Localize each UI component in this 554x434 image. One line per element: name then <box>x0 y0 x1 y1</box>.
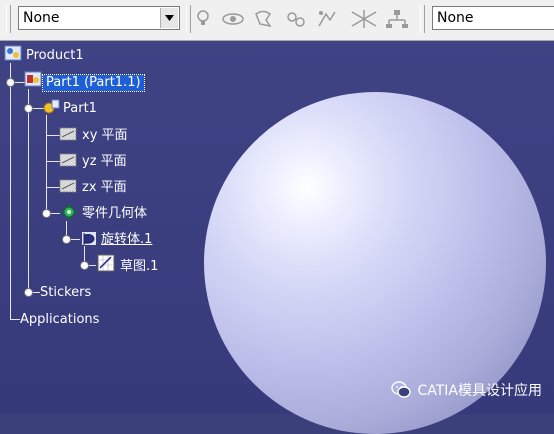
tree-item-yz-plane[interactable]: yz 平面 <box>82 154 127 170</box>
tree-item-sketch[interactable]: 草图.1 <box>120 259 158 275</box>
watermark: CATIA模具设计应用 <box>391 380 542 400</box>
tree-item-applications[interactable]: Applications <box>20 312 99 328</box>
revolve-icon[interactable] <box>80 229 98 247</box>
material-icon[interactable] <box>252 8 274 30</box>
tree-line <box>10 319 20 320</box>
plane-icon[interactable] <box>59 125 77 143</box>
tree-link-icon[interactable] <box>384 8 410 30</box>
chevron-down-icon <box>165 15 174 21</box>
expand-toggle[interactable] <box>42 209 51 218</box>
tree-item-stickers[interactable]: Stickers <box>40 285 91 301</box>
tree-item-product[interactable]: Product1 <box>26 48 84 64</box>
3d-viewport[interactable]: Product1 Part1 (Part1.1) Part1 xy 平面 yz … <box>0 41 554 434</box>
expand-toggle[interactable] <box>24 288 33 297</box>
toolbar: None None <box>0 0 554 41</box>
eye-icon[interactable] <box>220 8 246 30</box>
specification-tree: Product1 Part1 (Part1.1) Part1 xy 平面 yz … <box>0 41 200 414</box>
tree-line <box>28 89 29 292</box>
left-combo[interactable]: None <box>18 6 180 30</box>
right-combo[interactable]: None <box>432 6 554 30</box>
tree-item-part-instance[interactable]: Part1 (Part1.1) <box>42 74 145 92</box>
plane-icon[interactable] <box>59 177 77 195</box>
expand-toggle[interactable] <box>6 78 15 87</box>
left-combo-value: None <box>23 10 60 26</box>
part-icon[interactable] <box>42 98 60 116</box>
right-combo-value: None <box>437 10 474 26</box>
light-bulb-icon[interactable] <box>192 8 214 30</box>
toolbar-grip[interactable] <box>186 5 191 33</box>
wechat-logo-icon <box>391 381 412 398</box>
sketch-icon[interactable] <box>97 254 115 272</box>
expand-toggle[interactable] <box>24 104 33 113</box>
tree-item-part[interactable]: Part1 <box>63 101 97 117</box>
expand-toggle[interactable] <box>62 235 71 244</box>
network-icon[interactable] <box>350 8 378 30</box>
plane-icon[interactable] <box>59 151 77 169</box>
toolbar-grip[interactable] <box>420 5 425 33</box>
expand-toggle[interactable] <box>80 261 89 270</box>
tree-line <box>46 115 47 213</box>
tree-item-main-body[interactable]: 零件几何体 <box>82 206 147 222</box>
tree-line <box>46 135 60 136</box>
tree-item-revolve[interactable]: 旋转体.1 <box>101 232 152 248</box>
toolbar-grip[interactable] <box>6 5 11 33</box>
left-combo-dropdown[interactable] <box>160 8 178 28</box>
tree-item-xy-plane[interactable]: xy 平面 <box>82 128 128 144</box>
tree-line <box>46 161 60 162</box>
watermark-text: CATIA模具设计应用 <box>417 383 542 399</box>
product-icon[interactable] <box>4 44 22 62</box>
tree-line <box>46 187 60 188</box>
part-instance-icon[interactable] <box>24 70 42 88</box>
tree-line <box>10 63 11 319</box>
bulb-link-icon[interactable] <box>284 8 306 30</box>
body-gear-icon[interactable] <box>60 203 78 221</box>
tree-item-zx-plane[interactable]: zx 平面 <box>82 180 127 196</box>
analysis-icon[interactable] <box>316 8 338 30</box>
